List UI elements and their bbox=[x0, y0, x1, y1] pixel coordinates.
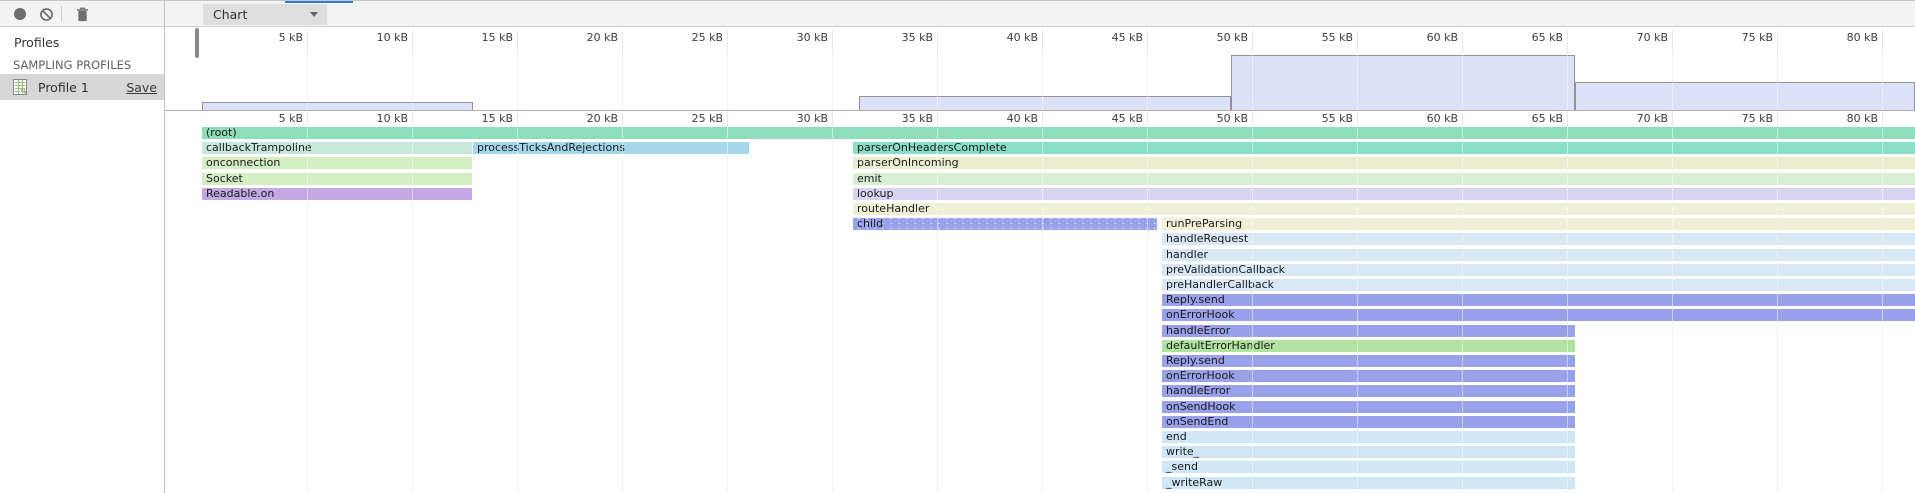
flame-bar[interactable]: write_ bbox=[1162, 446, 1575, 458]
flame-bar[interactable]: onErrorHook bbox=[1162, 309, 1915, 321]
flame-bar[interactable]: onSendHook bbox=[1162, 401, 1575, 413]
flame-bar[interactable]: handler bbox=[1162, 249, 1915, 261]
flame-bar[interactable]: Readable.on bbox=[202, 188, 472, 200]
flame-bar[interactable]: routeHandler bbox=[853, 203, 1915, 215]
flame-bar[interactable]: parserOnHeadersComplete bbox=[853, 142, 1915, 154]
flame-bar[interactable]: emit bbox=[853, 173, 1915, 185]
flame-gridline-overlay bbox=[1147, 127, 1148, 493]
flame-bar[interactable]: lookup bbox=[853, 188, 1915, 200]
delete-profile-button[interactable] bbox=[70, 1, 94, 27]
flame-bar[interactable]: parserOnIncoming bbox=[853, 157, 1915, 169]
svg-text:%: % bbox=[21, 88, 27, 95]
flame-gridline-overlay bbox=[1672, 127, 1673, 493]
panel-divider bbox=[164, 0, 165, 493]
flame-bar[interactable]: handleError bbox=[1162, 325, 1575, 337]
flame-gridline-overlay bbox=[412, 127, 413, 493]
profiles-heading: Profiles bbox=[14, 35, 59, 50]
flame-bar[interactable]: Socket bbox=[202, 173, 472, 185]
flame-gridline-overlay bbox=[1357, 127, 1358, 493]
flame-bar[interactable]: processTicksAndRejections bbox=[473, 142, 749, 154]
flame-bar[interactable]: _writeRaw bbox=[1162, 477, 1575, 489]
flame-graph: (root) callbackTrampolineprocessTicksAndR… bbox=[165, 27, 1915, 493]
sidebar-item-profile-1[interactable]: % Profile 1 Save bbox=[0, 74, 164, 100]
flame-bar[interactable]: end bbox=[1162, 431, 1575, 443]
flame-bar[interactable]: handleRequest bbox=[1162, 233, 1915, 245]
flame-gridline-overlay bbox=[937, 127, 938, 493]
save-profile-link[interactable]: Save bbox=[126, 80, 157, 95]
flame-bar[interactable]: Reply.send bbox=[1162, 355, 1575, 367]
flame-bar[interactable]: onErrorHook bbox=[1162, 370, 1575, 382]
flame-bar[interactable]: child bbox=[853, 218, 1157, 230]
trash-icon bbox=[76, 7, 89, 22]
flame-bar[interactable]: Reply.send bbox=[1162, 294, 1915, 306]
flame-gridline-overlay bbox=[1462, 127, 1463, 493]
flame-bar[interactable]: handleError bbox=[1162, 385, 1575, 397]
profile-name: Profile 1 bbox=[38, 80, 89, 95]
flame-bar[interactable]: preValidationCallback bbox=[1162, 264, 1915, 276]
flame-gridline-overlay bbox=[307, 127, 308, 493]
flame-chart-area: 5 kB10 kB15 kB20 kB25 kB30 kB35 kB40 kB4… bbox=[165, 27, 1915, 493]
toolbar: Chart bbox=[0, 0, 1915, 27]
chevron-down-icon bbox=[310, 12, 318, 17]
flame-gridline-overlay bbox=[1567, 127, 1568, 493]
flame-bar[interactable]: onSendEnd bbox=[1162, 416, 1575, 428]
flame-bar[interactable]: (root) bbox=[202, 127, 1915, 139]
flame-bar[interactable]: callbackTrampoline bbox=[202, 142, 472, 154]
flame-gridline-overlay bbox=[622, 127, 623, 493]
flame-gridline-overlay bbox=[1882, 127, 1883, 493]
flame-gridline-overlay bbox=[1777, 127, 1778, 493]
flame-bar[interactable]: defaultErrorHandler bbox=[1162, 340, 1575, 352]
view-mode-value: Chart bbox=[213, 7, 247, 22]
memory-sampling-profiler-panel: Chart Profiles SAMPLING PROFILES % Profi… bbox=[0, 0, 1915, 493]
profile-spreadsheet-icon: % bbox=[12, 79, 28, 99]
flame-bar[interactable]: preHandlerCallback bbox=[1162, 279, 1915, 291]
circle-slash-icon bbox=[39, 7, 54, 22]
sampling-profiles-section-label: SAMPLING PROFILES bbox=[13, 58, 131, 72]
flame-gridline-overlay bbox=[832, 127, 833, 493]
flame-bar[interactable]: onconnection bbox=[202, 157, 472, 169]
clear-button[interactable] bbox=[34, 1, 58, 27]
flame-gridline-overlay bbox=[1252, 127, 1253, 493]
flame-bar[interactable]: runPreParsing bbox=[1162, 218, 1915, 230]
record-button[interactable] bbox=[8, 1, 32, 27]
flame-gridline-overlay bbox=[1042, 127, 1043, 493]
flame-gridline-overlay bbox=[727, 127, 728, 493]
flame-gridline-overlay bbox=[517, 127, 518, 493]
profiles-sidebar: Profiles SAMPLING PROFILES % Profile 1 S… bbox=[0, 27, 164, 493]
view-mode-select[interactable]: Chart bbox=[203, 4, 327, 25]
toolbar-separator bbox=[61, 6, 62, 22]
selected-tab-indicator bbox=[285, 1, 353, 3]
flame-bar[interactable]: _send bbox=[1162, 461, 1575, 473]
record-icon bbox=[14, 8, 26, 20]
